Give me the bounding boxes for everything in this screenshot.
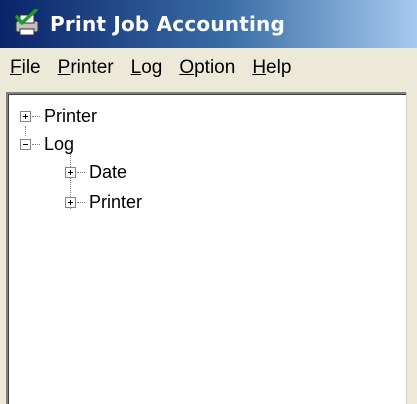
tree-node-label: Date (89, 161, 128, 182)
menu-file-label: ile (21, 57, 41, 78)
menu-log[interactable]: Log (123, 57, 172, 79)
menu-printer-accel: P (57, 57, 71, 78)
menu-option-accel: O (179, 57, 195, 78)
tree-node-label: Printer (44, 105, 98, 126)
menu-help-accel: H (252, 57, 267, 78)
menu-printer[interactable]: Printer (50, 57, 123, 79)
menu-option-label: ption (194, 57, 236, 78)
tree-connector (77, 171, 85, 173)
menu-bar: File Printer Log Option Help (0, 48, 417, 88)
menu-file[interactable]: File (0, 57, 50, 79)
collapse-minus-icon[interactable] (20, 138, 31, 150)
tree-node-log[interactable]: Log (20, 132, 74, 156)
expand-plus-icon[interactable] (65, 166, 76, 178)
tree-node-label: Printer (89, 191, 143, 212)
tree-node-log-printer[interactable]: Printer (65, 190, 142, 214)
menu-log-label: og (141, 57, 163, 78)
title-bar[interactable]: Print Job Accounting (0, 0, 417, 48)
menu-file-accel: F (10, 57, 22, 78)
tree-node-label: Log (44, 133, 75, 154)
tree-connector (32, 115, 40, 117)
tree-view[interactable]: Printer Log Date Printer (6, 92, 416, 404)
app-window: Print Job Accounting File Printer Log Op… (0, 0, 417, 404)
expand-plus-icon[interactable] (65, 196, 76, 208)
menu-help-label: elp (266, 57, 292, 78)
printer-check-icon (15, 9, 39, 36)
menu-option[interactable]: Option (171, 57, 244, 79)
expand-plus-icon[interactable] (20, 110, 31, 122)
menu-help[interactable]: Help (244, 57, 300, 79)
tree-node-printer[interactable]: Printer (20, 104, 97, 128)
tree-connector (32, 143, 40, 145)
tree-node-date[interactable]: Date (65, 160, 127, 184)
window-title: Print Job Accounting (50, 12, 285, 36)
splitter-edge[interactable] (406, 92, 417, 404)
menu-printer-label: rinter (70, 57, 114, 78)
menu-log-accel: L (130, 57, 142, 78)
tree-connector (77, 201, 85, 203)
